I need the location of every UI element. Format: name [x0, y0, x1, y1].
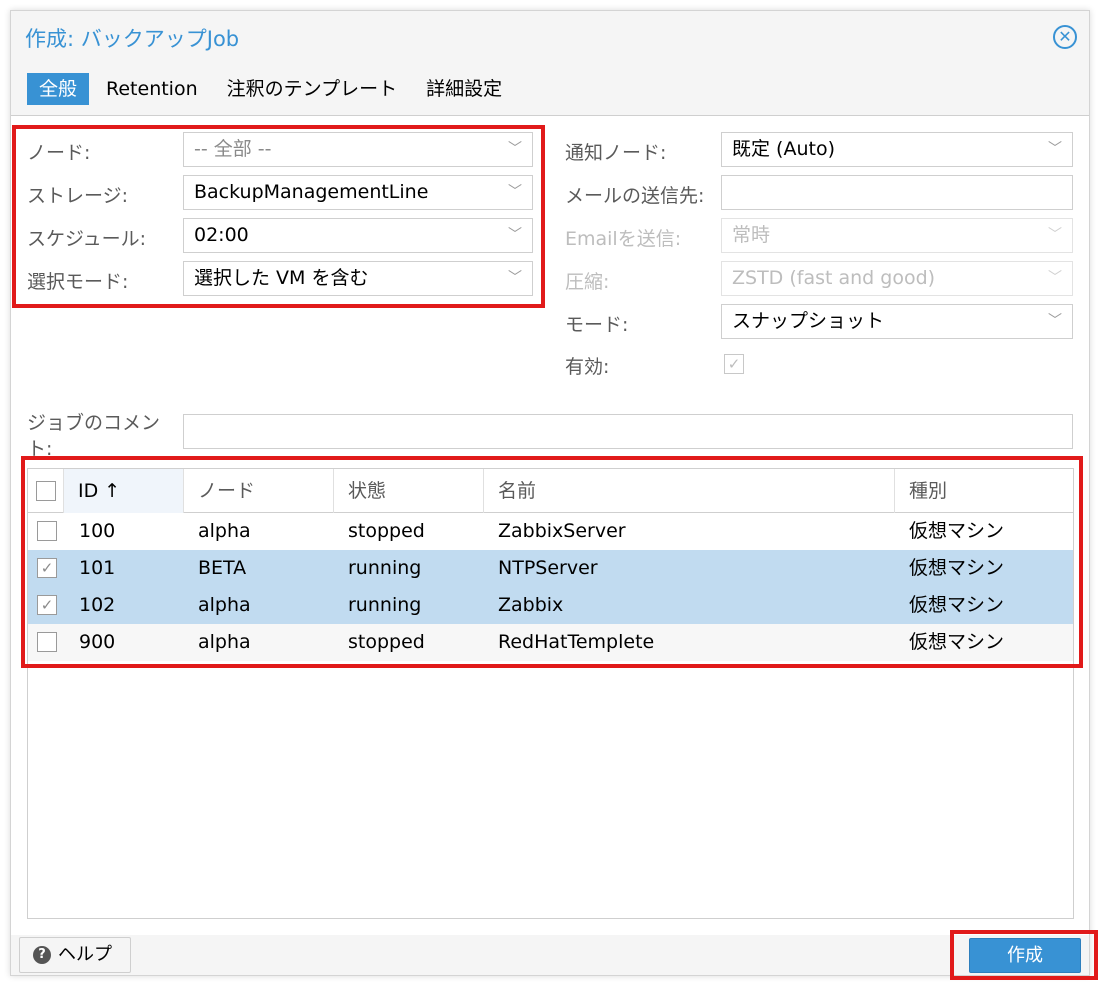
- enabled-label: 有効:: [565, 356, 610, 378]
- mode-select[interactable]: スナップショット ﹀: [721, 304, 1073, 339]
- schedule-select-value: 02:00: [194, 224, 249, 246]
- cell-status: running: [348, 594, 422, 616]
- cell-status: stopped: [348, 631, 425, 653]
- comment-input[interactable]: [183, 414, 1073, 449]
- tab-notes-template[interactable]: 注釈のテンプレート: [215, 73, 409, 105]
- chevron-down-icon: ﹀: [508, 184, 522, 200]
- column-status[interactable]: 状態: [334, 469, 484, 513]
- cell-node: alpha: [198, 594, 251, 616]
- cell-id: 100: [79, 520, 116, 542]
- selection-mode-select[interactable]: 選択した VM を含む ﹀: [183, 261, 533, 296]
- chevron-down-icon: ﹀: [1048, 141, 1062, 157]
- check-icon: ✓: [40, 559, 54, 577]
- create-button[interactable]: 作成: [969, 938, 1081, 973]
- cell-type: 仮想マシン: [909, 594, 1005, 616]
- chevron-down-icon: ﹀: [508, 270, 522, 286]
- comment-label: ジョブのコメント:: [27, 412, 161, 460]
- chevron-down-icon: ﹀: [1048, 313, 1062, 329]
- schedule-select[interactable]: 02:00 ﹀: [183, 218, 533, 253]
- notify-node-label: 通知ノード:: [565, 142, 667, 164]
- notify-node-select[interactable]: 既定 (Auto) ﹀: [721, 132, 1073, 167]
- enabled-checkbox[interactable]: ✓: [724, 354, 744, 374]
- table-row[interactable]: ✓ 102 alpha running Zabbix 仮想マシン: [28, 587, 1073, 624]
- cell-name: NTPServer: [498, 557, 598, 579]
- cell-name: ZabbixServer: [498, 520, 626, 542]
- chevron-down-icon: ﹀: [508, 141, 522, 157]
- table-row[interactable]: 100 alpha stopped ZabbixServer 仮想マシン: [28, 513, 1073, 550]
- cell-node: alpha: [198, 520, 251, 542]
- column-id[interactable]: ID ↑: [64, 469, 184, 513]
- column-type[interactable]: 種別: [895, 469, 1075, 513]
- cell-type: 仮想マシン: [909, 557, 1005, 579]
- dialog-title: 作成: バックアップJob: [25, 27, 240, 51]
- schedule-label: スケジュール:: [27, 228, 147, 250]
- table-row[interactable]: ✓ 101 BETA running NTPServer 仮想マシン: [28, 550, 1073, 587]
- email-send-value: 常時: [732, 224, 771, 246]
- email-send-select[interactable]: 常時 ﹀: [721, 218, 1073, 253]
- backup-job-dialog: 作成: バックアップJob ✕ 全般 Retention 注釈のテンプレート 詳…: [10, 10, 1090, 976]
- chevron-down-icon: ﹀: [1048, 227, 1062, 243]
- storage-select-value: BackupManagementLine: [194, 181, 429, 203]
- mode-value: スナップショット: [732, 310, 885, 332]
- table-row[interactable]: 900 alpha stopped RedHatTemplete 仮想マシン: [28, 624, 1073, 661]
- cell-id: 102: [79, 594, 116, 616]
- mail-to-label: メールの送信先:: [565, 185, 705, 207]
- compress-value: ZSTD (fast and good): [732, 267, 936, 289]
- check-icon: ✓: [727, 355, 741, 373]
- row-checkbox[interactable]: [37, 521, 57, 541]
- guest-grid: ID ↑ ノード 状態 名前 種別 100 alpha stopped Zabb…: [27, 468, 1074, 919]
- cell-type: 仮想マシン: [909, 520, 1005, 542]
- tab-advanced[interactable]: 詳細設定: [414, 73, 514, 105]
- storage-select[interactable]: BackupManagementLine ﹀: [183, 175, 533, 210]
- compress-select[interactable]: ZSTD (fast and good) ﹀: [721, 261, 1073, 296]
- select-all-cell: [28, 469, 64, 513]
- select-all-checkbox[interactable]: [36, 481, 56, 501]
- tab-retention[interactable]: Retention: [94, 73, 210, 105]
- dialog-footer: ? ヘルプ 作成: [11, 935, 1089, 975]
- compress-label: 圧縮:: [565, 271, 610, 293]
- selection-mode-label: 選択モード:: [27, 271, 129, 293]
- row-checkbox[interactable]: ✓: [37, 595, 57, 615]
- cell-node: alpha: [198, 631, 251, 653]
- cell-name: Zabbix: [498, 594, 564, 616]
- cell-status: running: [348, 557, 422, 579]
- help-icon: ?: [33, 946, 51, 964]
- chevron-down-icon: ﹀: [508, 227, 522, 243]
- column-node[interactable]: ノード: [184, 469, 334, 513]
- row-checkbox[interactable]: [37, 632, 57, 652]
- column-name[interactable]: 名前: [484, 469, 895, 513]
- row-checkbox[interactable]: ✓: [37, 558, 57, 578]
- help-button-label: ヘルプ: [58, 944, 112, 965]
- email-send-label: Emailを送信:: [565, 228, 682, 250]
- cell-type: 仮想マシン: [909, 631, 1005, 653]
- cell-id: 900: [79, 631, 116, 653]
- node-select[interactable]: -- 全部 -- ﹀: [183, 132, 533, 167]
- general-panel: ノード: -- 全部 -- ﹀ ストレージ: BackupManagementL…: [11, 115, 1089, 935]
- chevron-down-icon: ﹀: [1048, 270, 1062, 286]
- selection-mode-value: 選択した VM を含む: [194, 267, 369, 289]
- mode-label: モード:: [565, 314, 629, 336]
- close-icon[interactable]: ✕: [1053, 25, 1077, 49]
- cell-status: stopped: [348, 520, 425, 542]
- cell-id: 101: [79, 557, 116, 579]
- cell-node: BETA: [198, 557, 247, 579]
- check-icon: ✓: [40, 596, 54, 614]
- tab-general[interactable]: 全般: [27, 73, 90, 105]
- tab-bar: 全般 Retention 注釈のテンプレート 詳細設定: [27, 73, 519, 105]
- mail-to-input[interactable]: [721, 175, 1073, 210]
- notify-node-value: 既定 (Auto): [732, 138, 835, 160]
- node-label: ノード:: [27, 142, 91, 164]
- cell-name: RedHatTemplete: [498, 631, 655, 653]
- node-select-value: -- 全部 --: [194, 138, 272, 160]
- storage-label: ストレージ:: [27, 185, 129, 207]
- help-button[interactable]: ? ヘルプ: [19, 937, 131, 973]
- grid-header: ID ↑ ノード 状態 名前 種別: [28, 469, 1073, 513]
